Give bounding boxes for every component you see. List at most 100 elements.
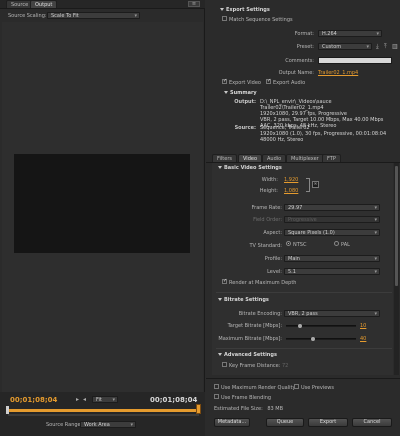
use-previews-checkbox[interactable]: Use Previews — [294, 384, 334, 391]
key-frame-checkbox[interactable]: Key Frame Distance: — [222, 362, 280, 369]
frame-rate-value: 29.97 — [288, 205, 303, 211]
profile-dropdown[interactable]: Main ▾ — [284, 255, 380, 262]
export-settings-header[interactable]: Export Settings — [220, 7, 270, 13]
source-range-value: Work Area — [84, 422, 110, 428]
right-panel: Export Settings Match Sequence Settings … — [206, 0, 400, 436]
ntsc-radio[interactable]: NTSC — [286, 241, 306, 248]
aspect-dropdown[interactable]: Square Pixels (1.0) ▾ — [284, 229, 380, 236]
width-value[interactable]: 1,920 — [284, 177, 298, 183]
chevron-down-icon: ▾ — [374, 269, 377, 275]
comments-input[interactable] — [318, 57, 392, 64]
render-max-depth-checkbox[interactable]: Render at Maximum Depth — [222, 278, 297, 286]
tab-ftp[interactable]: FTP — [322, 154, 341, 162]
chevron-down-icon: ▾ — [374, 217, 377, 223]
chevron-down-icon: ▾ — [374, 311, 377, 317]
cancel-button[interactable]: Cancel — [352, 418, 392, 427]
height-value[interactable]: 1,080 — [284, 188, 298, 194]
tab-multiplexer[interactable]: Multiplexer — [286, 154, 324, 162]
export-video-checkbox[interactable]: Export Video — [222, 78, 261, 86]
chevron-down-icon: ▾ — [130, 422, 133, 428]
frame-rate-dropdown[interactable]: 29.97 ▾ — [284, 204, 380, 211]
max-bitrate-slider[interactable] — [286, 338, 356, 340]
bitrate-header[interactable]: Bitrate Settings — [218, 297, 269, 303]
left-panel: Source Output ≡ Source Scaling: Scale To… — [0, 0, 205, 436]
target-bitrate-label: Target Bitrate [Mbps]: — [227, 323, 282, 329]
bitrate-encoding-dropdown[interactable]: VBR, 2 pass ▾ — [284, 310, 380, 317]
in-point-marker[interactable] — [6, 406, 9, 414]
tab-output[interactable]: Output — [30, 0, 58, 8]
fit-value: Fit — [96, 397, 102, 403]
target-bitrate-knob[interactable] — [298, 324, 302, 328]
panel-menu-icon[interactable]: ≡ — [188, 1, 200, 7]
target-bitrate-slider[interactable] — [286, 325, 356, 327]
set-in-icon[interactable]: ▸ — [76, 396, 79, 403]
max-render-quality-checkbox[interactable]: Use Maximum Render Quality — [214, 384, 296, 391]
frame-blending-checkbox[interactable]: Use Frame Blending — [214, 394, 272, 401]
metadata-button[interactable]: Metadata... — [214, 418, 250, 427]
tab-filters[interactable]: Filters — [212, 154, 237, 162]
key-frame-value: 72 — [282, 363, 289, 369]
aspect-value: Square Pixels (1.0) — [288, 230, 335, 236]
file-size-caption: Estimated File Size: — [214, 406, 263, 412]
settings-tabbar: Filters Video Audio Multiplexer FTP — [206, 154, 400, 163]
fit-dropdown[interactable]: Fit ▾ — [92, 396, 118, 403]
basic-video-header[interactable]: Basic Video Settings — [218, 165, 282, 171]
render-max-depth-label: Render at Maximum Depth — [229, 280, 297, 286]
save-preset-icon[interactable]: ⤓ — [376, 43, 379, 51]
source-range-dropdown[interactable]: Work Area ▾ — [80, 421, 136, 428]
source-scaling-dropdown[interactable]: Scale To Fit ▾ — [47, 12, 140, 19]
target-bitrate-value[interactable]: 10 — [360, 323, 366, 329]
tab-video[interactable]: Video — [238, 154, 263, 162]
bitrate-encoding-label: Bitrate Encoding: — [238, 311, 282, 317]
delete-preset-icon[interactable]: ▥ — [392, 43, 398, 50]
export-settings-title: Export Settings — [226, 7, 270, 13]
footer: Use Maximum Render Quality Use Previews … — [206, 378, 400, 436]
scrollbar-thumb[interactable] — [395, 166, 398, 286]
chevron-down-icon: ▾ — [112, 397, 115, 403]
export-button[interactable]: Export — [308, 418, 348, 427]
level-label: Level: — [267, 269, 282, 275]
basic-video-title: Basic Video Settings — [224, 165, 282, 171]
bitrate-title: Bitrate Settings — [224, 297, 269, 303]
set-out-icon[interactable]: ◂ — [83, 396, 86, 403]
advanced-header[interactable]: Advanced Settings — [218, 352, 277, 358]
summary-source-text: Sequence, Trailer02 1920x1080 (1.0), 30 … — [260, 125, 396, 143]
timeline-track[interactable] — [8, 409, 199, 412]
max-render-quality-label: Use Maximum Render Quality — [221, 385, 296, 391]
queue-button[interactable]: Queue — [266, 418, 304, 427]
chevron-down-icon: ▾ — [374, 205, 377, 211]
link-icon[interactable]: ∞ — [312, 181, 319, 188]
advanced-title: Advanced Settings — [224, 352, 277, 358]
aspect-label: Aspect: — [263, 230, 282, 236]
height-label: Height: — [259, 188, 278, 194]
field-order-label: Field Order: — [253, 217, 282, 223]
format-dropdown[interactable]: H.264 ▾ — [318, 30, 382, 37]
profile-value: Main — [288, 256, 300, 262]
max-bitrate-knob[interactable] — [310, 337, 315, 341]
import-preset-icon[interactable]: ⤒ — [384, 43, 387, 51]
level-dropdown[interactable]: 5.1 ▾ — [284, 268, 380, 275]
playhead-icon[interactable] — [196, 404, 201, 414]
max-bitrate-label: Maximum Bitrate [Mbps]: — [218, 336, 282, 342]
preview-area — [2, 22, 203, 392]
timecode-in[interactable]: 00;01;08;04 — [10, 396, 57, 404]
summary-header[interactable]: Summary — [224, 90, 257, 96]
tab-audio[interactable]: Audio — [262, 154, 287, 162]
timecode-out: 00;01;08;04 — [150, 396, 198, 404]
section-divider — [216, 348, 392, 349]
scrollbar[interactable] — [394, 163, 399, 375]
export-audio-checkbox[interactable]: Export Audio — [266, 78, 305, 86]
width-label: Width: — [261, 177, 278, 183]
preset-dropdown[interactable]: Custom ▾ — [318, 43, 372, 50]
frame-rate-label: Frame Rate: — [251, 205, 282, 211]
use-previews-label: Use Previews — [301, 385, 334, 391]
match-sequence-checkbox[interactable]: Match Sequence Settings — [222, 16, 293, 23]
output-name-link[interactable]: Trailer02_1.mp4 — [318, 70, 358, 76]
summary-source-line: 48000 Hz, Stereo — [260, 137, 304, 143]
left-tabbar: Source Output ≡ — [0, 0, 205, 9]
pal-radio[interactable]: PAL — [334, 241, 350, 248]
export-video-label: Export Video — [229, 80, 261, 86]
frame-blending-label: Use Frame Blending — [221, 395, 272, 401]
max-bitrate-value[interactable]: 40 — [360, 336, 366, 342]
summary-output-label: Output: — [234, 99, 256, 105]
